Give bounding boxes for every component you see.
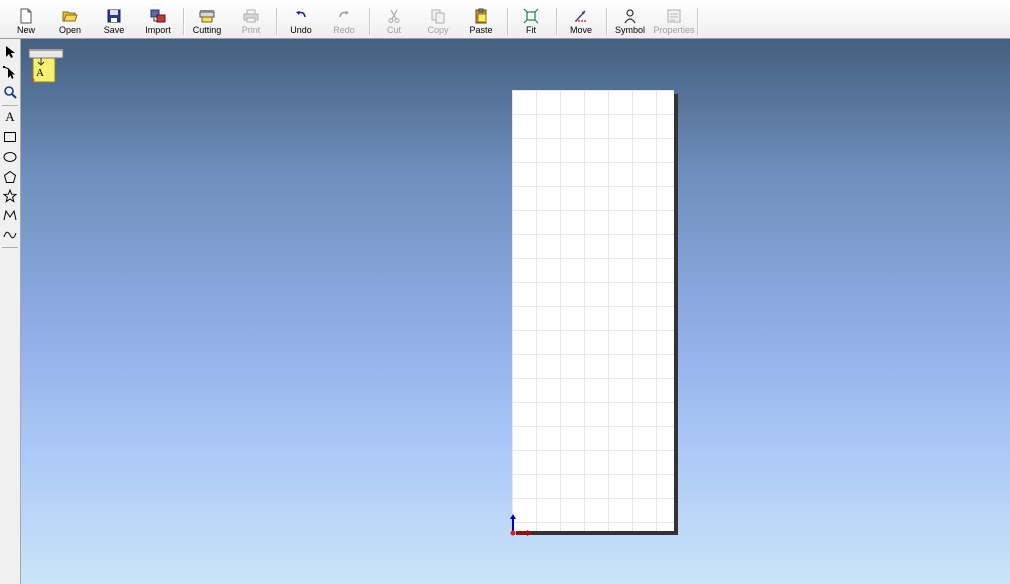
pentagon-icon	[3, 170, 17, 183]
cut-button[interactable]: Cut	[380, 6, 408, 37]
design-canvas[interactable]: A	[21, 39, 1010, 584]
paste-button-label: Paste	[469, 25, 493, 35]
cutting-button[interactable]: Cutting	[189, 6, 225, 37]
toolbar-separator	[276, 8, 278, 35]
copy-button-label: Copy	[427, 25, 449, 35]
toolbar-separator	[183, 8, 185, 35]
toolbar-separator	[697, 8, 699, 35]
import-icon	[150, 9, 166, 23]
polyline-tool[interactable]	[1, 206, 19, 224]
toolbar-separator	[369, 8, 371, 35]
move-button-label: Move	[569, 25, 592, 35]
fit-button[interactable]: Fit	[517, 6, 545, 37]
cutter-device-icon[interactable]: A	[27, 44, 65, 84]
new-document-icon	[20, 8, 32, 24]
redo-arrow-icon	[339, 11, 349, 18]
node-edit-pointer-icon	[3, 66, 15, 79]
folder-open-icon	[62, 11, 78, 22]
rectangle-tool[interactable]	[1, 128, 19, 146]
move-icon	[575, 10, 587, 22]
text-tool[interactable]: A	[1, 108, 19, 126]
save-button-label: Save	[103, 25, 125, 35]
ellipse-tool[interactable]	[1, 148, 19, 166]
toolbar-separator	[606, 8, 608, 35]
move-button[interactable]: Move	[564, 6, 598, 37]
print-button-label: Print	[241, 25, 261, 35]
plotter-device-icon: A	[28, 49, 64, 83]
fit-to-window-icon	[523, 8, 539, 24]
curve-tool[interactable]	[1, 226, 19, 244]
open-button-label: Open	[58, 25, 82, 35]
import-button[interactable]: Import	[140, 6, 176, 37]
open-button[interactable]: Open	[54, 6, 86, 37]
undo-button-label: Undo	[290, 25, 312, 35]
x-axis-arrow-icon	[527, 530, 532, 536]
undo-button[interactable]: Undo	[285, 6, 317, 37]
arrow-pointer-icon	[6, 46, 15, 58]
copy-button[interactable]: Copy	[423, 6, 453, 37]
print-button[interactable]: Print	[236, 6, 266, 37]
copy-icon	[431, 9, 445, 24]
import-button-label: Import	[145, 25, 171, 35]
undo-arrow-icon	[296, 11, 306, 18]
freehand-curve-icon	[3, 231, 17, 239]
plotter-icon-label: A	[36, 67, 44, 79]
polyline-icon	[3, 209, 17, 221]
zoom-tool[interactable]	[1, 83, 19, 101]
media-sheet[interactable]	[512, 90, 674, 531]
toolbar-separator	[556, 8, 558, 35]
cut-button-label: Cut	[386, 25, 401, 35]
star-tool[interactable]	[1, 187, 19, 205]
new-button-label: New	[16, 25, 35, 35]
magnifier-icon	[4, 86, 17, 99]
text-tool-glyph: A	[5, 109, 15, 124]
redo-button[interactable]: Redo	[329, 6, 359, 37]
properties-button-label: Properties	[653, 25, 695, 35]
palette-separator	[2, 247, 18, 248]
main-toolbar: New Open Save Import Cutting Print Undo …	[0, 5, 1010, 39]
symbol-button[interactable]: Symbol	[612, 6, 648, 37]
cutting-button-label: Cutting	[192, 25, 222, 35]
node-edit-tool[interactable]	[1, 63, 19, 81]
floppy-disk-icon	[107, 9, 121, 23]
tool-palette: A	[0, 39, 21, 584]
polygon-tool[interactable]	[1, 168, 19, 186]
symbol-button-label: Symbol	[614, 25, 645, 35]
application-window: New Open Save Import Cutting Print Undo …	[0, 0, 1010, 584]
origin-axis-marker	[510, 514, 532, 536]
rectangle-icon	[4, 132, 16, 142]
save-button[interactable]: Save	[98, 6, 130, 37]
new-button[interactable]: New	[10, 6, 42, 37]
ellipse-icon	[3, 152, 17, 162]
printer-icon	[243, 9, 259, 23]
plotter-icon	[199, 10, 215, 23]
clipboard-paste-icon	[475, 8, 487, 24]
star-icon	[3, 189, 17, 203]
origin-point-icon	[510, 530, 516, 536]
properties-button[interactable]: Properties	[652, 6, 696, 37]
properties-icon	[667, 9, 681, 23]
palette-separator	[2, 105, 18, 106]
toolbar-separator	[507, 8, 509, 35]
redo-button-label: Redo	[333, 25, 355, 35]
symbol-icon	[624, 9, 636, 24]
select-tool[interactable]	[1, 43, 19, 61]
fit-button-label: Fit	[526, 25, 536, 35]
y-axis-arrow-icon	[510, 514, 516, 519]
scissors-icon	[388, 9, 400, 23]
paste-button[interactable]: Paste	[464, 6, 498, 37]
